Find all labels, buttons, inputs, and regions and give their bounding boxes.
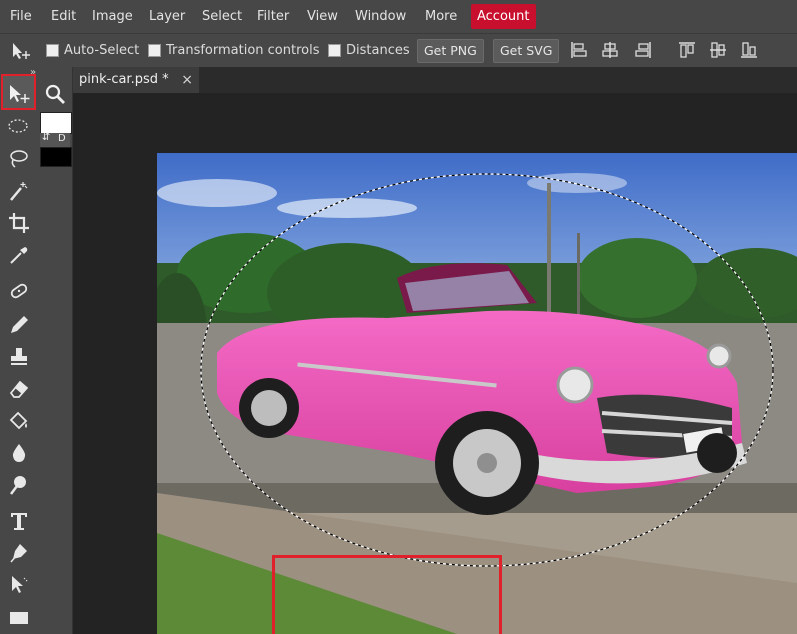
stamp-icon [11,348,27,365]
rectangle-shape-icon [10,612,28,624]
annotation-highlight-box [272,555,502,634]
auto-select-label: Auto-Select [64,43,140,58]
distances-checkbox[interactable]: Distances [328,34,410,67]
path-select-icon [12,576,29,593]
get-svg-button[interactable]: Get SVG [493,39,560,63]
swap-colors-icon[interactable]: ⇵ [42,132,50,143]
rectangle-tool[interactable] [5,603,33,631]
eyedropper-tool[interactable] [5,241,33,269]
path-selection-tool[interactable] [5,571,33,599]
align-bottom-icon[interactable] [740,41,758,59]
transformation-controls-checkbox[interactable]: Transformation controls [148,34,320,67]
eraser-tool[interactable] [5,375,33,403]
healing-brush-icon [10,283,28,299]
paint-bucket-tool[interactable] [5,407,33,435]
menu-filter[interactable]: Filter [252,0,294,33]
drop-icon [12,444,26,462]
menu-edit[interactable]: Edit [46,0,81,33]
menu-layer[interactable]: Layer [144,0,190,33]
lasso-icon [10,150,28,168]
move-tool-options-icon [10,34,32,67]
document-tab-bar: pink-car.psd * × [73,67,797,93]
distances-label: Distances [346,43,410,58]
move-tool[interactable] [5,80,33,108]
get-png-button[interactable]: Get PNG [417,39,484,63]
menu-image[interactable]: Image [87,0,138,33]
pen-icon [10,544,27,563]
align-center-h-icon[interactable] [601,41,619,59]
menu-window[interactable]: Window [350,0,411,33]
menu-account-button[interactable]: Account [471,4,536,29]
crop-icon [9,213,29,233]
close-tab-icon[interactable]: × [181,67,193,93]
document-canvas[interactable] [157,153,797,634]
menu-file[interactable]: File [5,0,37,33]
workspace[interactable] [73,93,797,634]
align-left-icon[interactable] [570,41,588,59]
align-right-icon[interactable] [634,41,652,59]
menu-view[interactable]: View [302,0,343,33]
zoom-tool[interactable] [41,80,69,108]
transformation-controls-box[interactable] [148,44,161,57]
document-tab-title: pink-car.psd * [79,72,169,87]
options-bar: Auto-Select Transformation controls Dist… [0,33,797,67]
move-tool-icon [10,85,30,103]
crop-tool[interactable] [5,209,33,237]
default-colors-icon[interactable]: D [58,133,66,144]
dodge-icon [10,476,26,495]
document-tab[interactable]: pink-car.psd * × [73,67,199,93]
pencil-brush-icon [11,316,28,333]
align-middle-v-icon[interactable] [709,41,727,59]
color-controls: ⇵ D [40,132,70,147]
zoom-tool-icon [45,84,65,104]
lasso-tool[interactable] [5,145,33,173]
background-color-swatch[interactable] [40,147,72,167]
menu-select[interactable]: Select [197,0,247,33]
brush-tool[interactable] [5,311,33,339]
pen-tool[interactable] [5,539,33,567]
align-top-icon[interactable] [678,41,696,59]
blur-tool[interactable] [5,439,33,467]
clone-stamp-tool[interactable] [5,343,33,371]
auto-select-checkbox[interactable]: Auto-Select [46,34,139,67]
auto-select-box[interactable] [46,44,59,57]
type-icon [11,513,27,530]
dodge-tool[interactable] [5,471,33,499]
menu-bar: File Edit Image Layer Select Filter View… [0,0,797,33]
magic-wand-icon [10,182,28,201]
marquee-tool[interactable] [5,113,33,141]
magic-wand-tool[interactable] [5,177,33,205]
healing-brush-tool[interactable] [5,278,33,306]
transformation-controls-label: Transformation controls [166,43,320,58]
foreground-color-swatch[interactable] [40,112,72,134]
paint-bucket-icon [9,411,28,430]
distances-box[interactable] [328,44,341,57]
menu-more[interactable]: More [420,0,462,33]
ellipse-marquee-icon [8,119,28,133]
type-tool[interactable] [5,507,33,535]
eraser-icon [9,380,29,398]
eyedropper-icon [10,247,28,264]
